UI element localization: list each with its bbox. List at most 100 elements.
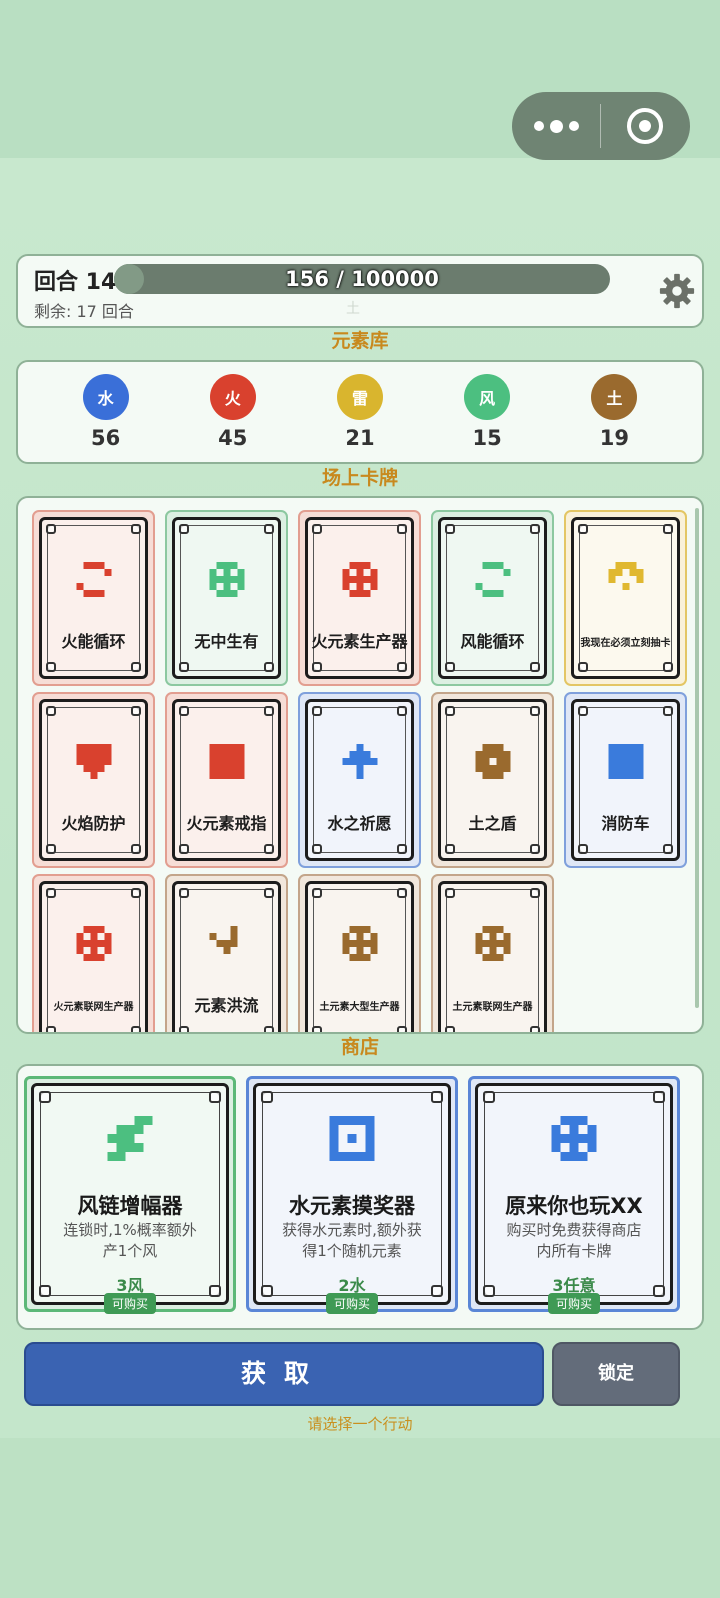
field-card[interactable]: 火元素生产器: [298, 510, 421, 686]
card-name: 火能循环: [61, 632, 126, 651]
cycle-icon: [475, 562, 510, 597]
element-wind: 风 15: [447, 374, 527, 450]
shop-card-title: 风链增幅器: [77, 1194, 183, 1218]
card-name: 火元素联网生产器: [53, 1002, 134, 1013]
card-corner-ornament: [397, 662, 407, 672]
hollow-square-icon: [329, 1116, 375, 1161]
field-scrollbar[interactable]: [695, 508, 699, 1008]
card-frame: 元素洪流: [172, 881, 281, 1032]
card-name: 元素洪流: [194, 996, 259, 1015]
field-cards-grid: 火能循环 无中生有 火元素生产器 风能循环 我现在必须立刻抽卡火焰防护 火元素戒指 水之祈愿…: [32, 510, 687, 1032]
field-card[interactable]: 风能循环: [431, 510, 554, 686]
card-corner-ornament: [312, 662, 322, 672]
card-name: 土之盾: [468, 814, 517, 833]
shop-title: 商店: [340, 1036, 379, 1058]
element-fire: 火 45: [193, 374, 273, 450]
card-corner-ornament: [46, 844, 56, 854]
card-frame: 风能循环: [438, 517, 547, 679]
element-count: 21: [345, 426, 375, 450]
field-card[interactable]: 消防车: [564, 692, 687, 868]
card-name: 水之祈愿: [327, 814, 392, 833]
card-corner-ornament: [46, 888, 56, 898]
grid-icon: [551, 1116, 597, 1161]
element-pool-title: 元素库: [331, 330, 389, 352]
gear-icon[interactable]: [658, 272, 696, 310]
card-frame: 土之盾: [438, 699, 547, 861]
card-name: 土元素联网生产器: [452, 1002, 533, 1013]
shop-card[interactable]: 水元素摸奖器 获得水元素时,额外获得1个随机元素 2水 可购买: [246, 1076, 458, 1314]
card-corner-ornament: [264, 524, 274, 534]
card-corner-ornament: [264, 844, 274, 854]
card-corner-ornament: [312, 888, 322, 898]
card-corner-ornament: [264, 888, 274, 898]
purchasable-badge: 可购买: [103, 1293, 157, 1314]
chain-icon: [107, 1116, 153, 1161]
card-corner-ornament: [431, 1091, 443, 1103]
faded-element-label: 土: [346, 301, 360, 317]
grid-icon: [76, 926, 111, 961]
card-corner-ornament: [46, 662, 56, 672]
card-corner-ornament: [578, 662, 588, 672]
wave-icon: [209, 926, 244, 961]
card-name: 火焰防护: [61, 814, 126, 833]
card-corner-ornament: [131, 706, 141, 716]
round-label: 回合 14: [34, 270, 117, 295]
card-corner-ornament: [663, 706, 673, 716]
field-card[interactable]: 无中生有: [165, 510, 288, 686]
card-corner-ornament: [179, 662, 189, 672]
shop-card-description: 购买时免费获得商店内所有卡牌: [506, 1221, 642, 1260]
element-count: 45: [218, 426, 248, 450]
field-card[interactable]: 火元素联网生产器: [32, 874, 155, 1032]
square-icon: [209, 744, 244, 779]
card-corner-ornament: [131, 888, 141, 898]
card-corner-ornament: [261, 1091, 273, 1103]
card-corner-ornament: [483, 1091, 495, 1103]
shop-card[interactable]: 原来你也玩XX 购买时免费获得商店内所有卡牌 3任意 可购买: [468, 1076, 680, 1314]
card-corner-ornament: [264, 706, 274, 716]
card-name: 消防车: [601, 814, 650, 833]
action-hint: 请选择一个行动: [307, 1415, 413, 1433]
card-corner-ornament: [397, 888, 407, 898]
card-corner-ornament: [530, 844, 540, 854]
field-card[interactable]: 火元素戒指: [165, 692, 288, 868]
card-corner-ornament: [179, 706, 189, 716]
get-button[interactable]: 获取: [24, 1342, 544, 1406]
card-name: 火元素生产器: [311, 632, 408, 651]
field-card[interactable]: 元素洪流: [165, 874, 288, 1032]
card-corner-ornament: [131, 662, 141, 672]
card-corner-ornament: [578, 844, 588, 854]
card-frame: 消防车: [571, 699, 680, 861]
card-name: 我现在必须立刻抽卡: [580, 638, 671, 649]
field-card[interactable]: 火焰防护: [32, 692, 155, 868]
element-badge: 土: [591, 374, 638, 420]
target-icon[interactable]: [601, 108, 689, 144]
shop-card-frame: 原来你也玩XX 购买时免费获得商店内所有卡牌 3任意: [475, 1083, 673, 1305]
shop-grid: 风链增幅器 连锁时,1%概率额外产1个风 3风 可购买 水元素摸奖器 获得水元素时,额外获…: [24, 1076, 680, 1314]
shield-icon: [76, 744, 111, 779]
field-card[interactable]: 水之祈愿: [298, 692, 421, 868]
more-dots-icon[interactable]: [512, 119, 600, 133]
card-frame: 火元素联网生产器: [39, 881, 148, 1032]
shop-card[interactable]: 风链增幅器 连锁时,1%概率额外产1个风 3风 可购买: [24, 1076, 236, 1314]
card-corner-ornament: [179, 844, 189, 854]
grid-icon: [209, 562, 244, 597]
purchasable-badge: 可购买: [547, 1293, 601, 1314]
card-corner-ornament: [131, 844, 141, 854]
card-corner-ornament: [179, 524, 189, 534]
field-card[interactable]: 土元素大型生产器: [298, 874, 421, 1032]
card-corner-ornament: [312, 524, 322, 534]
lock-button[interactable]: 锁定: [552, 1342, 680, 1406]
field-card[interactable]: 土元素联网生产器: [431, 874, 554, 1032]
field-card[interactable]: 我现在必须立刻抽卡: [564, 510, 687, 686]
card-corner-ornament: [530, 662, 540, 672]
card-corner-ornament: [653, 1091, 665, 1103]
element-badge: 雷: [336, 374, 383, 420]
field-card[interactable]: 火能循环: [32, 510, 155, 686]
card-corner-ornament: [312, 706, 322, 716]
round-panel: 回合 14 剩余: 17 回合 156 / 100000 土: [16, 254, 704, 328]
score-progress-text: 156 / 100000: [285, 267, 439, 291]
arch-icon: [608, 562, 643, 597]
field-card[interactable]: 土之盾: [431, 692, 554, 868]
element-count: 19: [599, 426, 629, 450]
card-corner-ornament: [39, 1091, 51, 1103]
